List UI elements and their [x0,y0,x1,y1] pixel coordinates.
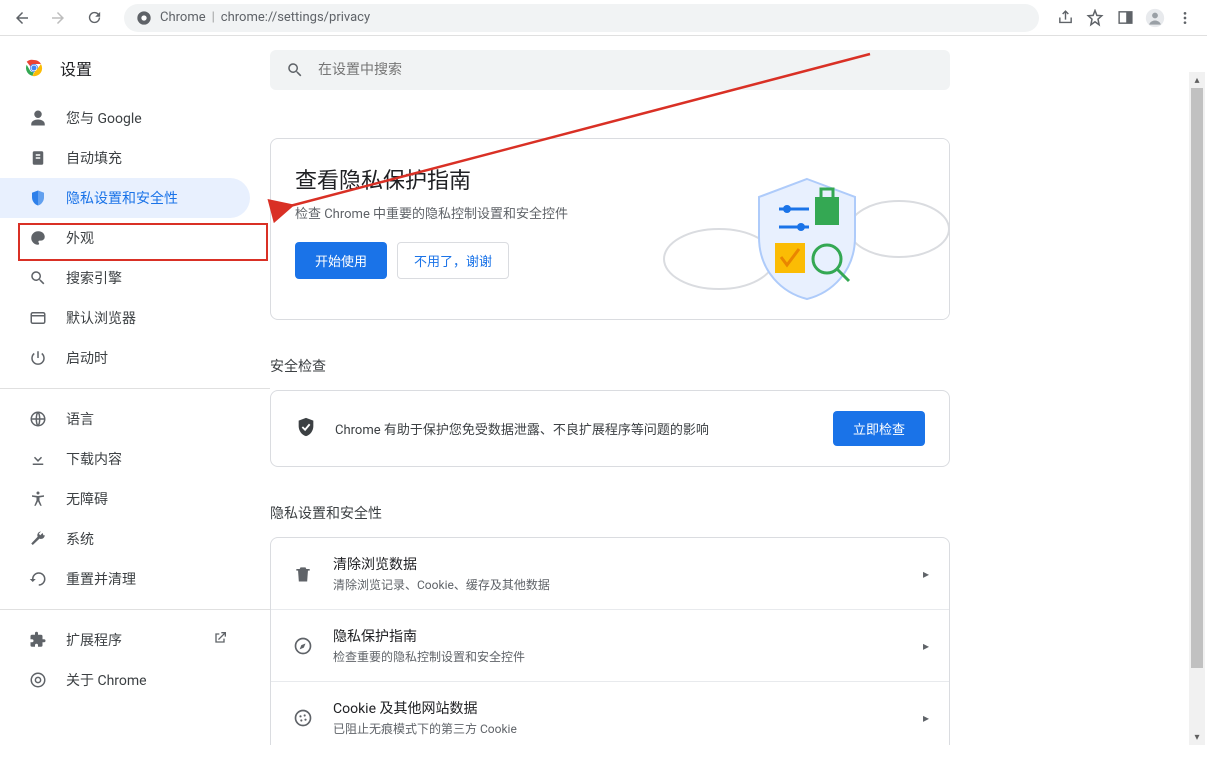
sidebar-item-label: 启动时 [66,348,108,368]
sidebar-item-accessibility[interactable]: 无障碍 [0,479,250,519]
sidebar-item-label: 无障碍 [66,489,108,509]
shield-icon [28,188,48,208]
sidebar-item-reset[interactable]: 重置并清理 [0,559,250,599]
arrow-left-icon [13,9,31,27]
person-icon [28,108,48,128]
sidebar-item-appearance[interactable]: 外观 [0,218,250,258]
safety-check-card: Chrome 有助于保护您免受数据泄露、不良扩展程序等问题的影响 立即检查 [270,390,950,467]
cookie-icon [291,706,315,730]
forward-button[interactable] [44,4,72,32]
chevron-right-icon: ▸ [923,567,929,581]
power-icon [28,348,48,368]
browser-icon [28,308,48,328]
chevron-right-icon: ▸ [923,711,929,725]
sidebar-item-you-and-google[interactable]: 您与 Google [0,98,250,138]
profile-icon[interactable] [1145,8,1165,28]
share-icon[interactable] [1055,8,1075,28]
row-title: Cookie 及其他网站数据 [333,698,905,718]
sidebar-item-label: 下载内容 [66,449,122,469]
sidebar-item-label: 系统 [66,529,94,549]
arrow-right-icon [49,9,67,27]
privacy-list: 清除浏览数据清除浏览记录、Cookie、缓存及其他数据 ▸ 隐私保护指南检查重要… [270,537,950,745]
wrench-icon [28,529,48,549]
row-sub: 检查重要的隐私控制设置和安全控件 [333,648,905,665]
menu-dots-icon[interactable] [1175,8,1195,28]
sidebar-item-downloads[interactable]: 下载内容 [0,439,250,479]
sidebar-item-label: 关于 Chrome [66,670,147,690]
sidebar-item-privacy[interactable]: 隐私设置和安全性 [0,178,250,218]
globe-icon [28,409,48,429]
autofill-icon [28,148,48,168]
settings-search[interactable] [270,50,950,90]
chrome-logo-icon [22,56,46,80]
chrome-icon [28,670,48,690]
extension-icon [28,630,48,650]
scrollbar[interactable]: ▴ ▾ [1189,72,1205,745]
sidebar-item-label: 隐私设置和安全性 [66,188,178,208]
palette-icon [28,228,48,248]
sidebar-item-languages[interactable]: 语言 [0,399,250,439]
row-privacy-guide[interactable]: 隐私保护指南检查重要的隐私控制设置和安全控件 ▸ [271,610,949,682]
sidebar-item-default-browser[interactable]: 默认浏览器 [0,298,250,338]
privacy-guide-card: 查看隐私保护指南 检查 Chrome 中重要的隐私控制设置和安全控件 开始使用 … [270,138,950,320]
back-button[interactable] [8,4,36,32]
browser-toolbar: Chrome|chrome://settings/privacy [0,0,1207,36]
scroll-up-icon[interactable]: ▴ [1189,72,1205,88]
panel-icon[interactable] [1115,8,1135,28]
chrome-favicon-icon [136,10,152,26]
url-text: Chrome|chrome://settings/privacy [160,10,370,25]
guide-desc: 检查 Chrome 中重要的隐私控制设置和安全控件 [295,203,635,222]
sidebar: 设置 您与 Google 自动填充 隐私设置和安全性 外观 搜索引擎 默认浏览器… [0,36,270,745]
scroll-thumb[interactable] [1191,88,1203,668]
search-icon [28,268,48,288]
sidebar-item-label: 扩展程序 [66,630,122,650]
sidebar-item-label: 外观 [66,228,94,248]
shield-check-icon [295,416,317,442]
sidebar-item-on-startup[interactable]: 启动时 [0,338,250,378]
sidebar-item-extensions[interactable]: 扩展程序 [0,620,250,660]
sidebar-item-autofill[interactable]: 自动填充 [0,138,250,178]
sidebar-item-label: 自动填充 [66,148,122,168]
chevron-right-icon: ▸ [923,639,929,653]
guide-start-button[interactable]: 开始使用 [295,242,387,279]
guide-dismiss-button[interactable]: 不用了，谢谢 [397,242,509,279]
guide-title: 查看隐私保护指南 [295,163,635,195]
restore-icon [28,569,48,589]
row-sub: 清除浏览记录、Cookie、缓存及其他数据 [333,576,905,593]
compass-icon [291,634,315,658]
reload-icon [86,9,103,26]
safety-heading: 安全检查 [270,356,1207,376]
sidebar-item-label: 默认浏览器 [66,308,136,328]
row-sub: 已阻止无痕模式下的第三方 Cookie [333,720,905,737]
safety-text: Chrome 有助于保护您免受数据泄露、不良扩展程序等问题的影响 [335,419,815,438]
bookmark-star-icon[interactable] [1085,8,1105,28]
download-icon [28,449,48,469]
row-title: 清除浏览数据 [333,554,905,574]
sidebar-item-label: 您与 Google [66,108,142,128]
search-icon [286,61,304,79]
reload-button[interactable] [80,4,108,32]
settings-search-input[interactable] [318,62,934,78]
sidebar-item-search-engine[interactable]: 搜索引擎 [0,258,250,298]
sidebar-item-system[interactable]: 系统 [0,519,250,559]
guide-illustration [659,139,949,319]
settings-title: 设置 [60,56,92,80]
trash-icon [291,562,315,586]
row-clear-browsing-data[interactable]: 清除浏览数据清除浏览记录、Cookie、缓存及其他数据 ▸ [271,538,949,610]
main-panel: 查看隐私保护指南 检查 Chrome 中重要的隐私控制设置和安全控件 开始使用 … [270,36,1207,745]
sidebar-item-label: 语言 [66,409,94,429]
external-link-icon [212,630,228,650]
accessibility-icon [28,489,48,509]
scroll-down-icon[interactable]: ▾ [1189,729,1205,745]
safety-check-button[interactable]: 立即检查 [833,411,925,446]
row-title: 隐私保护指南 [333,626,905,646]
sidebar-item-label: 重置并清理 [66,569,136,589]
address-bar[interactable]: Chrome|chrome://settings/privacy [124,4,1039,32]
row-cookies[interactable]: Cookie 及其他网站数据已阻止无痕模式下的第三方 Cookie ▸ [271,682,949,745]
sidebar-item-label: 搜索引擎 [66,268,122,288]
sidebar-item-about-chrome[interactable]: 关于 Chrome [0,660,250,700]
privacy-heading: 隐私设置和安全性 [270,503,1207,523]
